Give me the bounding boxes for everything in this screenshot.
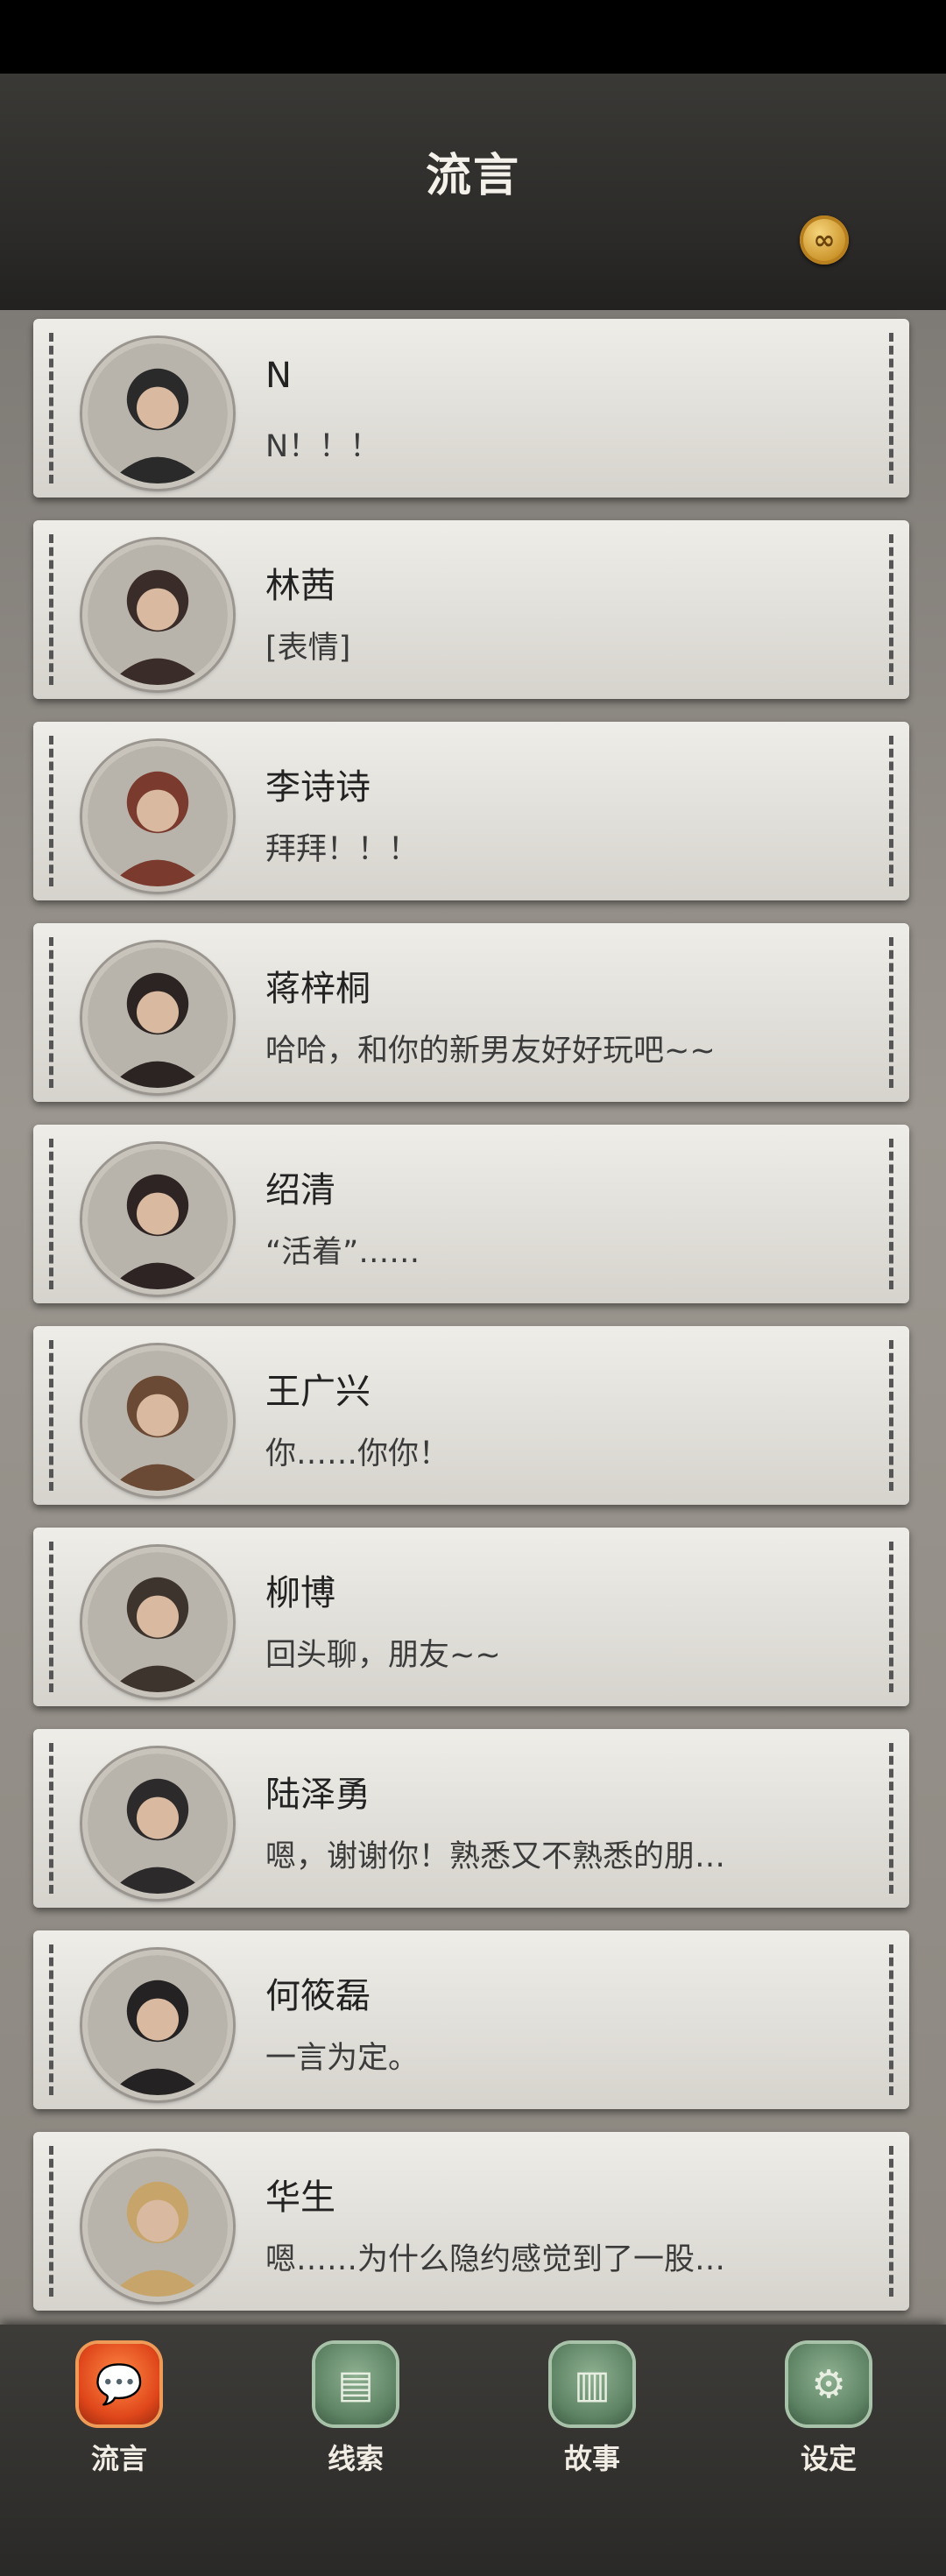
last-message: N！！！ [265,429,381,464]
last-message: 回头聊，朋友~~ [265,1638,501,1673]
card-stitch-right [889,736,893,886]
story-book-icon: ▥ [552,2344,632,2424]
contact-name: 华生 [265,2177,335,2218]
card-stitch-right [889,1542,893,1692]
avatar[interactable] [82,741,233,892]
last-message: “活着”…… [265,1235,420,1270]
avatar-portrait-icon [88,1351,228,1491]
card-stitch-left [49,1743,53,1894]
card-stitch-left [49,1542,53,1692]
card-stitch-right [889,534,893,685]
card-stitch-left [49,937,53,1088]
contact-card[interactable]: 华生嗯……为什么隐约感觉到了一股… [33,2132,909,2311]
card-stitch-right [889,1340,893,1491]
clue-notes-icon: ▤ [315,2344,396,2424]
infinity-coin-icon[interactable]: ∞ [800,215,849,265]
avatar-portrait-icon [88,1754,228,1894]
last-message: 你……你你！ [265,1436,450,1471]
card-stitch-right [889,1944,893,2095]
contact-name: 绍清 [265,1170,335,1210]
tab-story[interactable]: ▥ 故事 [531,2344,653,2477]
card-stitch-right [889,333,893,483]
card-stitch-right [889,2146,893,2297]
page-title: 流言 [425,149,520,202]
tab-rumors[interactable]: 💬 流言 [58,2344,180,2477]
last-message: 拜拜！！！ [265,832,420,867]
contact-card[interactable]: 陆泽勇嗯，谢谢你！熟悉又不熟悉的朋… [33,1729,909,1908]
card-stitch-left [49,1944,53,2095]
card-stitch-left [49,736,53,886]
tab-clues[interactable]: ▤ 线索 [294,2344,417,2477]
last-message: 嗯……为什么隐约感觉到了一股… [265,2242,726,2277]
avatar-portrait-icon [88,1552,228,1692]
last-message: 嗯，谢谢你！熟悉又不熟悉的朋… [265,1839,726,1874]
avatar-portrait-icon [88,545,228,685]
card-stitch-left [49,1340,53,1491]
contact-name: 陆泽勇 [265,1775,371,1815]
contact-card[interactable]: 蒋梓桐哈哈，和你的新男友好好玩吧~~ [33,923,909,1102]
contact-card[interactable]: N N！！！ [33,319,909,498]
contact-name: 李诗诗 [265,767,371,808]
avatar-portrait-icon [88,746,228,886]
tab-settings[interactable]: ⚙ 设定 [767,2344,890,2477]
avatar-portrait-icon [88,343,228,483]
last-message: 哈哈，和你的新男友好好玩吧~~ [265,1034,716,1069]
avatar-portrait-icon [88,2156,228,2297]
contact-name: 何筱磊 [265,1976,371,2016]
contact-name: 蒋梓桐 [265,969,371,1009]
avatar-portrait-icon [88,1149,228,1289]
avatar[interactable] [82,1345,233,1496]
card-stitch-left [49,534,53,685]
contact-card[interactable]: 李诗诗拜拜！！！ [33,722,909,900]
avatar[interactable] [82,2151,233,2302]
avatar[interactable] [82,540,233,690]
avatar[interactable] [82,1144,233,1295]
contact-card[interactable]: 柳博回头聊，朋友~~ [33,1528,909,1706]
contact-name: N [265,356,292,396]
chat-bubble-icon: 💬 [79,2344,159,2424]
contact-name: 柳博 [265,1573,335,1613]
avatar[interactable] [82,1547,233,1697]
contact-name: 林茜 [265,566,335,606]
card-stitch-left [49,1139,53,1289]
avatar[interactable] [82,1950,233,2100]
avatar[interactable] [82,338,233,489]
tab-label: 流言 [90,2442,147,2475]
contact-card[interactable]: 何筱磊 一言为定。 [33,1930,909,2109]
avatar-portrait-icon [88,1955,228,2095]
contact-card[interactable]: 绍清 “活着”…… [33,1125,909,1303]
status-bar [0,0,946,74]
card-stitch-right [889,1139,893,1289]
last-message: 一言为定。 [265,2041,420,2076]
card-stitch-right [889,1743,893,1894]
contact-card[interactable]: 林茜 [表情] [33,520,909,699]
avatar-portrait-icon [88,948,228,1088]
tab-label: 线索 [327,2442,384,2475]
avatar[interactable] [82,1748,233,1899]
card-stitch-right [889,937,893,1088]
avatar[interactable] [82,942,233,1093]
card-stitch-left [49,2146,53,2297]
last-message: [表情] [265,631,351,666]
tab-label: 设定 [800,2442,857,2475]
card-stitch-left [49,333,53,483]
settings-gear-icon: ⚙ [788,2344,869,2424]
contact-card[interactable]: 王广兴你……你你！ [33,1326,909,1505]
contact-name: 王广兴 [265,1372,371,1412]
tab-label: 故事 [563,2442,620,2475]
